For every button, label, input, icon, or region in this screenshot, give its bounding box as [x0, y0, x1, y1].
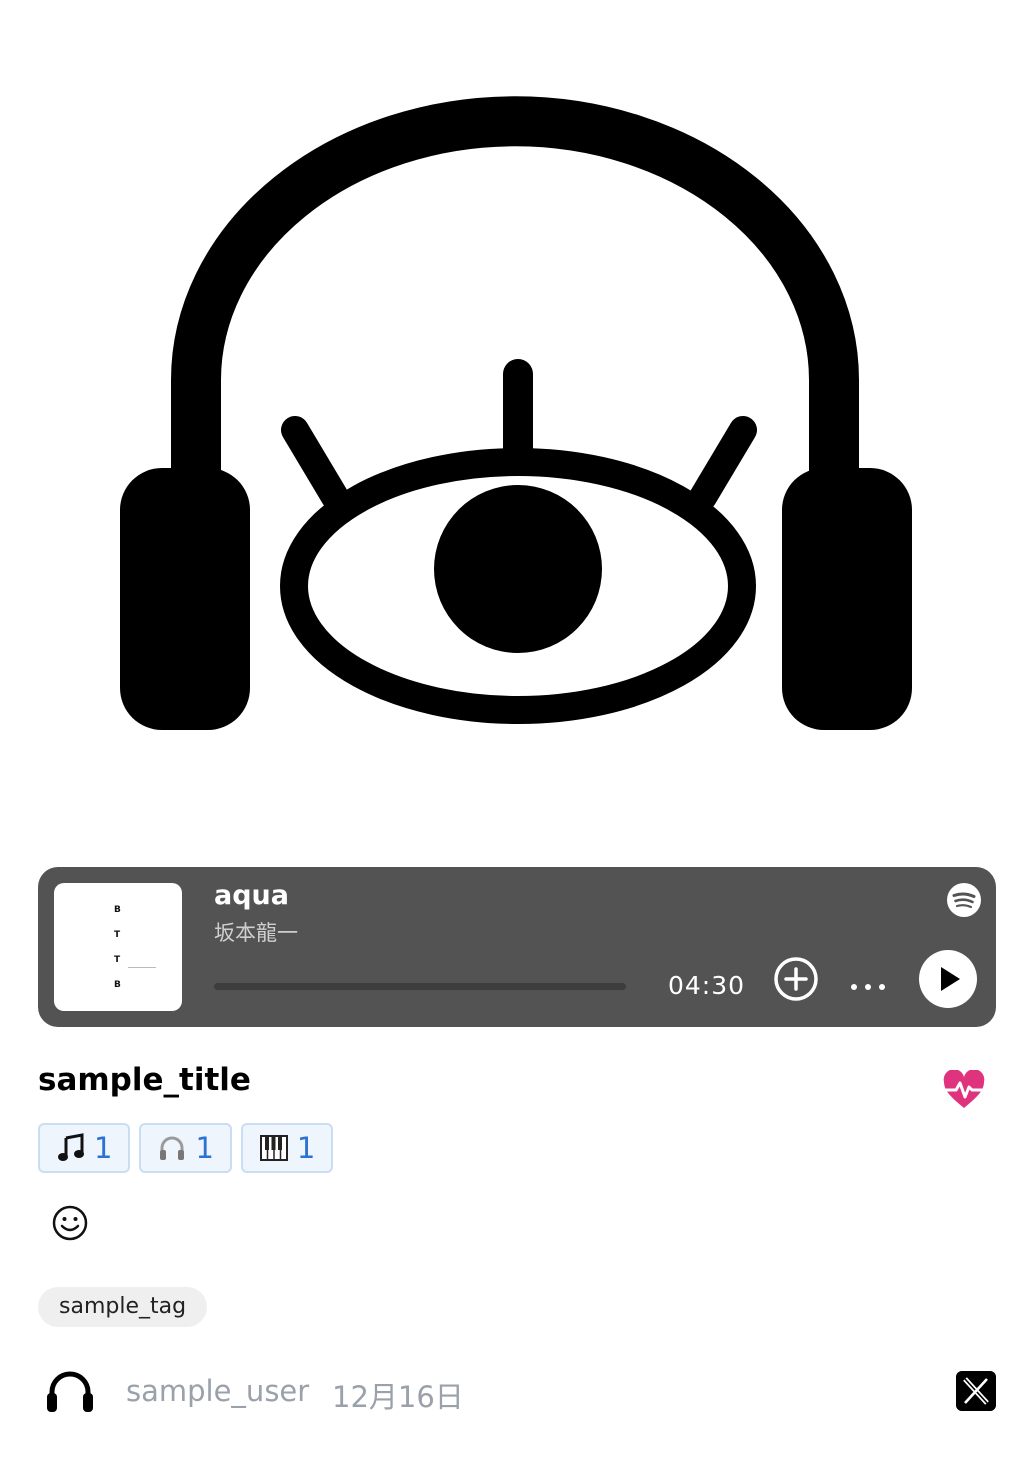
heart-pulse-icon[interactable]	[942, 1070, 986, 1110]
track-duration: 04:30	[668, 971, 746, 1000]
cover-letter: B	[114, 980, 121, 990]
post-title: sample_title	[38, 1062, 251, 1098]
music-note-icon	[56, 1133, 86, 1163]
track-title[interactable]: aqua	[214, 880, 289, 911]
piano-counter[interactable]: 1	[240, 1123, 334, 1173]
tag-chip[interactable]: sample_tag	[38, 1287, 208, 1327]
headphones-eye-logo	[120, 96, 912, 730]
headphones-avatar-icon[interactable]	[44, 1368, 96, 1414]
progress-bar[interactable]	[214, 983, 626, 990]
piano-icon	[259, 1133, 289, 1163]
add-to-playlist-button[interactable]	[772, 955, 820, 1003]
more-options-button[interactable]	[846, 967, 890, 1007]
piano-count: 1	[296, 1131, 316, 1165]
headphones-counter[interactable]: 1	[139, 1123, 232, 1173]
add-reaction-smiley-icon[interactable]	[50, 1203, 90, 1243]
username-link[interactable]: sample_user	[126, 1374, 309, 1408]
headphones-count: 1	[195, 1131, 214, 1165]
spotify-icon[interactable]	[947, 883, 981, 917]
reaction-counters: 1 1 1	[38, 1123, 334, 1173]
post-date: 12月16日	[332, 1380, 464, 1414]
cover-letter: B	[114, 905, 121, 915]
cover-fine-print	[128, 967, 156, 968]
music-note-count: 1	[94, 1131, 113, 1165]
album-cover[interactable]: B T T B	[54, 883, 182, 1011]
music-player: B T T B aqua 坂本龍一 04:30	[38, 867, 996, 1027]
track-artist[interactable]: 坂本龍一	[214, 917, 298, 947]
headphones-icon	[157, 1133, 187, 1163]
x-share-icon[interactable]	[956, 1371, 996, 1411]
cover-letter: T	[114, 955, 121, 965]
music-note-counter[interactable]: 1	[38, 1123, 131, 1173]
cover-letter: T	[114, 930, 121, 940]
play-button[interactable]	[918, 949, 978, 1009]
